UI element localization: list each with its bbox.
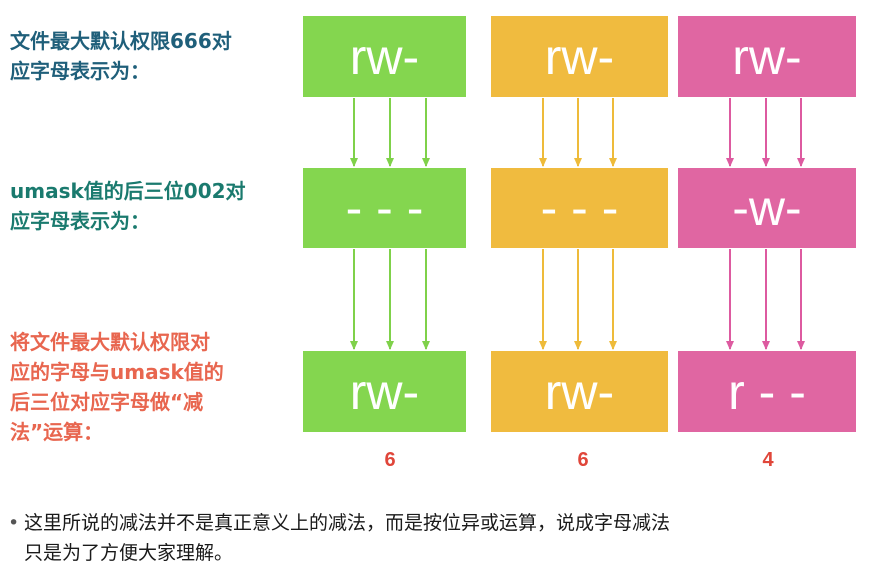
arrow-head — [609, 341, 617, 350]
col1-row1-box: rw- — [303, 16, 466, 97]
col3-value: 4 — [762, 449, 774, 471]
col2-row3-box: rw- — [491, 351, 668, 432]
note-line1: 这里所说的减法并不是真正意义上的减法，而是按位异或运算，说成字母减法 — [24, 512, 671, 534]
arrow-head — [574, 158, 582, 167]
arrow-head — [726, 158, 734, 167]
arrow-head — [539, 341, 547, 350]
arrow-head — [762, 158, 770, 167]
note-line2: 只是为了方便大家理解。 — [24, 542, 234, 564]
col1-row3-box: rw- — [303, 351, 466, 432]
arrow-head — [350, 341, 358, 350]
arrow-head — [386, 341, 394, 350]
note-text: 这里所说的减法并不是真正意义上的减法，而是按位异或运算，说成字母减法 只是为了方… — [24, 508, 670, 568]
arrow-head — [609, 158, 617, 167]
arrow-head — [797, 158, 805, 167]
arrow-head — [350, 158, 358, 167]
col3-row1-box: rw- — [678, 16, 856, 97]
arrow-head — [539, 158, 547, 167]
col3-row3-box: r - - — [678, 351, 856, 432]
col2-value: 6 — [577, 449, 589, 471]
arrow-head — [422, 158, 430, 167]
col2-row1-box: rw- — [491, 16, 668, 97]
arrow-head — [574, 341, 582, 350]
note-bullet: • — [8, 512, 20, 534]
arrow-head — [726, 341, 734, 350]
col2-row2-box: - - - — [491, 168, 668, 248]
col1-value: 6 — [384, 449, 396, 471]
col3-row2-box: -w- — [678, 168, 856, 248]
arrow-head — [386, 158, 394, 167]
arrow-head — [762, 341, 770, 350]
arrow-head — [797, 341, 805, 350]
col1-row2-box: - - - — [303, 168, 466, 248]
arrow-head — [422, 341, 430, 350]
